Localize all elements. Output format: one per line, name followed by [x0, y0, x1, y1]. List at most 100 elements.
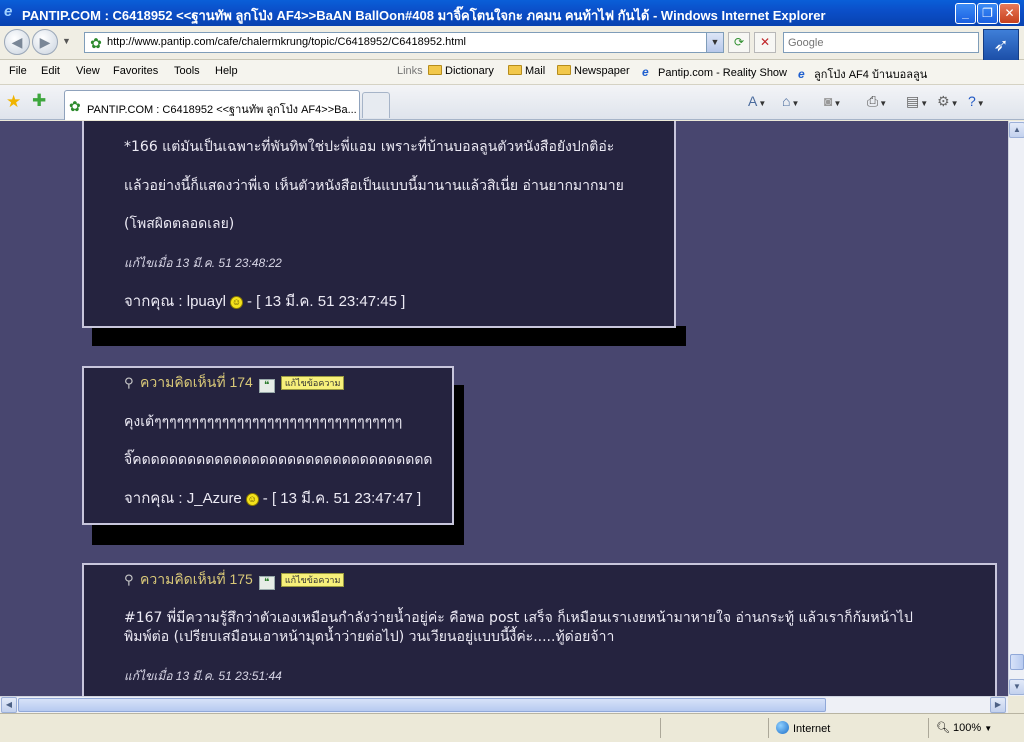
comment-text-line: คุงเต้ๆๆๆๆๆๆๆๆๆๆๆๆๆๆๆๆๆๆๆๆๆๆๆๆๆๆๆๆๆๆๆๆๆ — [124, 414, 403, 430]
rss-feed-icon: ◙ — [824, 93, 833, 109]
status-bar: Internet 🔍︎ 100% ▼ — [0, 713, 1024, 742]
status-divider — [928, 718, 929, 738]
author-prefix: จากคุณ : — [124, 490, 187, 507]
globe-icon — [776, 721, 789, 734]
author-prefix: จากคุณ : — [124, 293, 187, 310]
feeds-button[interactable]: ◙▼ — [824, 93, 841, 109]
security-zone[interactable]: Internet — [776, 721, 830, 735]
status-divider — [768, 718, 769, 738]
link-mail[interactable]: Mail — [508, 65, 545, 77]
address-toolbar: ◀ ▶ ▼ ✿ http://www.pantip.com/cafe/chale… — [0, 26, 1024, 61]
tab-bar: ★ ✚ ✿ PANTIP.COM : C6418952 <<ฐานทัพ ลูก… — [0, 85, 1024, 120]
menu-help[interactable]: Help — [215, 65, 238, 77]
gear-icon: ⚙ — [937, 93, 950, 109]
horizontal-scrollbar[interactable]: ◀ ▶ — [0, 696, 1008, 713]
link-pantip-reality-show[interactable]: e Pantip.com - Reality Show — [642, 65, 787, 79]
menu-favorites[interactable]: Favorites — [113, 65, 158, 77]
add-to-favorites-button[interactable]: ✚ — [32, 91, 46, 111]
comment-header: ⚲ ความคิดเห็นที่ 174 ❝ แก้ไขข้อความ — [124, 372, 345, 394]
folder-icon — [428, 65, 442, 75]
stop-icon: ✕ — [759, 35, 771, 49]
printer-icon: ⎙ — [867, 93, 879, 109]
edited-timestamp: แก้ไขเมื่อ 13 มี.ค. 51 23:48:22 — [124, 256, 282, 270]
comment-text-line: แล้วอย่างนี้ก็แสดงว่าพี่เจ เห็นตัวหนังสื… — [124, 178, 624, 194]
scroll-left-button[interactable]: ◀ — [1, 697, 17, 713]
status-divider — [660, 718, 661, 738]
star-icon: ★ — [6, 92, 22, 111]
favorites-center-button[interactable]: ★ — [6, 92, 21, 112]
menu-file[interactable]: File — [9, 65, 27, 77]
close-button[interactable]: ✕ — [999, 3, 1020, 24]
add-favorites-icon: ✚ — [32, 91, 47, 110]
link-dictionary[interactable]: Dictionary — [428, 65, 494, 77]
vertical-scroll-thumb[interactable] — [1010, 654, 1024, 670]
author-name[interactable]: J_Azure — [187, 490, 242, 507]
new-tab-button[interactable] — [362, 92, 390, 118]
quote-icon[interactable]: ❝ — [258, 379, 275, 393]
search-input[interactable] — [784, 33, 978, 52]
scroll-down-button[interactable]: ▼ — [1009, 679, 1024, 695]
menu-view[interactable]: View — [76, 65, 100, 77]
author-name[interactable]: lpuayl — [187, 293, 226, 310]
edited-timestamp: แก้ไขเมื่อ 13 มี.ค. 51 23:51:44 — [124, 669, 282, 683]
refresh-button[interactable]: ⟳ — [728, 32, 750, 53]
edit-message-button[interactable]: แก้ไขข้อความ — [280, 573, 345, 587]
address-field[interactable]: ✿ http://www.pantip.com/cafe/chalermkrun… — [84, 32, 724, 53]
ie-page-icon: e — [642, 65, 649, 79]
tab-label: PANTIP.COM : C6418952 <<ฐานทัพ ลูกโป่ง A… — [87, 104, 357, 116]
comment-header: ⚲ ความคิดเห็นที่ 175 ❝ แก้ไขข้อความ — [124, 569, 345, 591]
chevron-down-icon: ▼ — [984, 724, 993, 733]
page-menu-button[interactable]: ▤▼ — [906, 93, 928, 110]
page-icon: ▤ — [906, 93, 920, 109]
forward-arrow-icon: ▶ — [39, 34, 51, 50]
scroll-right-button[interactable]: ▶ — [990, 697, 1006, 713]
print-button[interactable]: ⎙▼ — [867, 93, 887, 110]
refresh-icon: ⟳ — [733, 35, 745, 49]
home-icon: ⌂ — [782, 93, 791, 109]
pantip-favicon-icon: ✿ — [90, 35, 102, 51]
post-time: - [ 13 มี.ค. 51 23:47:47 ] — [262, 490, 422, 507]
pantip-favicon-icon: ✿ — [69, 98, 81, 114]
translate-button[interactable]: A▼ — [748, 93, 766, 109]
recent-pages-dropdown[interactable]: ▼ — [62, 36, 71, 46]
window-title-bar: e PANTIP.COM : C6418952 <<ฐานทัพ ลูกโป่ง… — [0, 0, 1024, 26]
link-newspaper[interactable]: Newspaper — [557, 65, 630, 77]
tab-pantip-topic[interactable]: ✿ PANTIP.COM : C6418952 <<ฐานทัพ ลูกโป่ง… — [64, 90, 360, 120]
tools-menu-button[interactable]: ⚙▼ — [937, 93, 958, 110]
menu-bar: File Edit View Favorites Tools Help Link… — [0, 60, 1024, 85]
horizontal-scroll-thumb[interactable] — [18, 698, 826, 712]
home-button[interactable]: ⌂▼ — [782, 93, 799, 109]
edit-message-button[interactable]: แก้ไขข้อความ — [280, 376, 345, 390]
menu-edit[interactable]: Edit — [41, 65, 60, 77]
magnifier-icon: ⚲ — [124, 375, 134, 390]
comment-number: ความคิดเห็นที่ 175 — [140, 571, 253, 587]
zoom-level-button[interactable]: 🔍︎ 100% ▼ — [936, 721, 992, 734]
folder-icon — [557, 65, 571, 75]
text-size-icon: A — [748, 93, 758, 109]
minimize-button[interactable]: _ — [955, 3, 976, 24]
address-dropdown-button[interactable]: ▼ — [706, 33, 723, 52]
search-go-icon[interactable]: ➶ — [983, 29, 1019, 61]
quote-icon[interactable]: ❝ — [258, 576, 275, 590]
link-balloon-af4[interactable]: e ลูกโป่ง AF4 บ้านบอลลูน — [798, 65, 927, 83]
zoom-icon: 🔍︎ — [936, 722, 950, 734]
forward-button[interactable]: ▶ — [32, 29, 58, 55]
comment-text-line: (โพสผิดตลอดเลย) — [124, 216, 235, 232]
links-label: Links — [397, 65, 423, 77]
scroll-up-button[interactable]: ▲ — [1009, 122, 1024, 138]
zone-label: Internet — [793, 723, 831, 735]
smiley-icon: ☺ — [229, 296, 243, 309]
menu-tools[interactable]: Tools — [174, 65, 200, 77]
address-url[interactable]: http://www.pantip.com/cafe/chalermkrung/… — [107, 36, 466, 48]
scrollbar-corner — [1008, 696, 1024, 713]
search-box[interactable] — [783, 32, 979, 53]
maximize-button[interactable]: ❐ — [977, 3, 998, 24]
page-content[interactable]: *166 แต่มันเป็นเฉพาะที่พันทิพใช่ปะพี่แอม… — [0, 121, 1008, 696]
back-button[interactable]: ◀ — [4, 29, 30, 55]
comment-number: ความคิดเห็นที่ 174 — [140, 374, 253, 390]
help-menu-button[interactable]: ?▼ — [968, 93, 985, 109]
vertical-scrollbar[interactable]: ▲ ▼ — [1008, 121, 1024, 696]
comment-text-line: *166 แต่มันเป็นเฉพาะที่พันทิพใช่ปะพี่แอม… — [124, 139, 615, 155]
stop-button[interactable]: ✕ — [754, 32, 776, 53]
link-label: Pantip.com - Reality Show — [658, 67, 787, 79]
